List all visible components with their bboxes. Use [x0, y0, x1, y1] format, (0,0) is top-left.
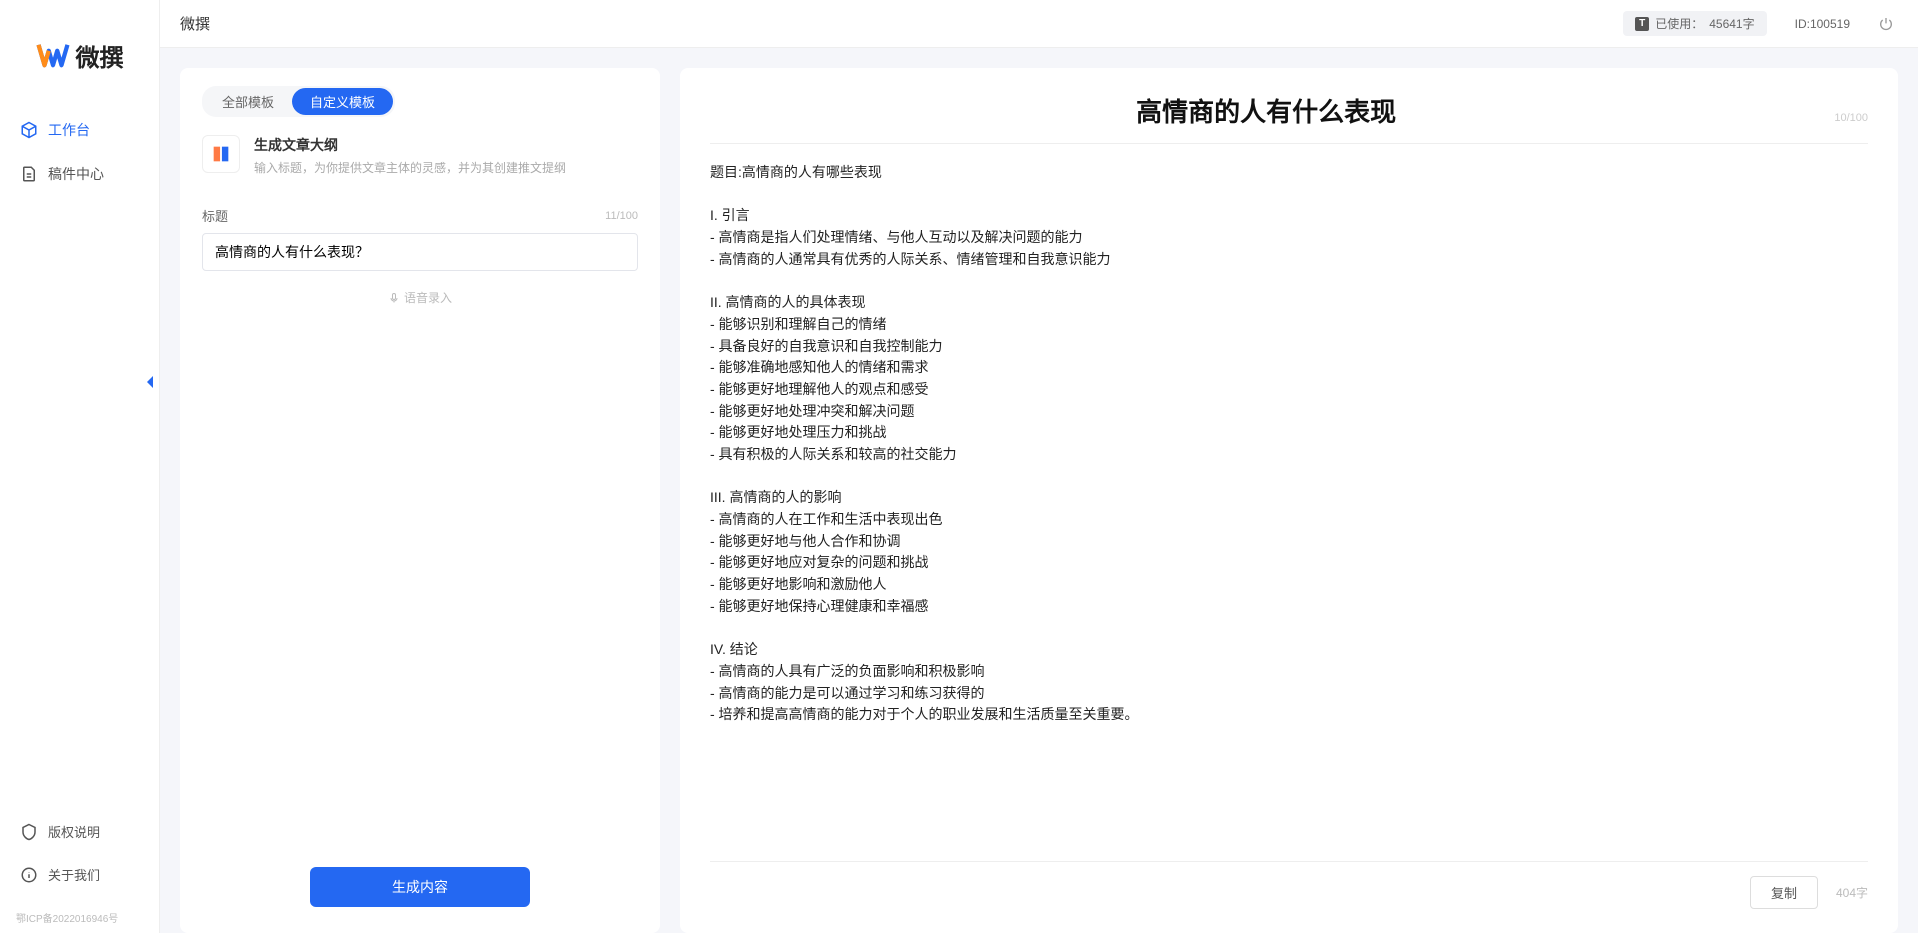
page-title: 微撰	[180, 13, 210, 34]
mic-icon	[388, 292, 400, 304]
doc-title-row: 高情商的人有什么表现 10/100	[710, 92, 1868, 144]
doc-footer: 复制 404字	[710, 861, 1868, 909]
chevron-left-icon	[145, 375, 155, 389]
doc-body[interactable]: 题目:高情商的人有哪些表现 I. 引言 - 高情商是指人们处理情绪、与他人互动以…	[710, 162, 1868, 851]
user-id: ID:100519	[1795, 17, 1850, 31]
voice-input-button[interactable]: 语音录入	[202, 289, 638, 306]
nav-item-copyright[interactable]: 版权说明	[12, 812, 147, 851]
logo: 微撰	[0, 0, 159, 110]
doc-title-count: 10/100	[1834, 112, 1868, 124]
template-info: 生成文章大纲 输入标题，为你提供文章主体的灵感，并为其创建推文提纲	[254, 135, 566, 176]
nav-item-workbench[interactable]: 工作台	[12, 110, 147, 150]
text-icon: T	[1635, 17, 1649, 31]
logo-text: 微撰	[76, 38, 124, 73]
title-input[interactable]	[202, 233, 638, 271]
template-desc: 输入标题，为你提供文章主体的灵感，并为其创建推文提纲	[254, 159, 566, 176]
template-title: 生成文章大纲	[254, 135, 566, 155]
main: 全部模板 自定义模板 生成文章大纲 输入标题，为你提供文章主体的灵感，并为其创建…	[160, 48, 1918, 933]
usage-value: 45641字	[1709, 15, 1754, 32]
icp-text: 鄂ICP备2022016946号	[0, 906, 159, 933]
book-icon	[210, 143, 232, 165]
nav-label: 版权说明	[48, 822, 100, 841]
doc-title[interactable]: 高情商的人有什么表现	[710, 92, 1822, 129]
generate-button[interactable]: 生成内容	[310, 867, 530, 907]
cube-icon	[20, 121, 38, 139]
header-right: T 已使用： 45641字 ID:100519	[1623, 11, 1894, 36]
document-icon	[20, 165, 38, 183]
top-header: 微撰 T 已使用： 45641字 ID:100519	[0, 0, 1918, 48]
tab-custom-templates[interactable]: 自定义模板	[292, 88, 393, 115]
left-panel: 全部模板 自定义模板 生成文章大纲 输入标题，为你提供文章主体的灵感，并为其创建…	[180, 68, 660, 933]
power-icon[interactable]	[1878, 16, 1894, 32]
nav-label: 稿件中心	[48, 164, 104, 184]
form-label-row: 标题 11/100	[202, 206, 638, 225]
right-panel: 高情商的人有什么表现 10/100 题目:高情商的人有哪些表现 I. 引言 - …	[680, 68, 1898, 933]
info-icon	[20, 866, 38, 884]
nav-label: 工作台	[48, 120, 90, 140]
template-icon	[202, 135, 240, 173]
usage-label: 已使用：	[1655, 15, 1703, 32]
nav-list: 工作台 稿件中心	[0, 110, 159, 812]
nav-item-about[interactable]: 关于我们	[12, 855, 147, 894]
tab-all-templates[interactable]: 全部模板	[204, 88, 292, 115]
voice-label: 语音录入	[404, 289, 452, 306]
template-card: 生成文章大纲 输入标题，为你提供文章主体的灵感，并为其创建推文提纲	[202, 135, 638, 176]
sidebar-collapse-handle[interactable]	[140, 370, 160, 394]
nav-label: 关于我们	[48, 865, 100, 884]
logo-icon	[36, 38, 70, 72]
nav-item-drafts[interactable]: 稿件中心	[12, 154, 147, 194]
word-count: 404字	[1836, 884, 1868, 901]
nav-bottom: 版权说明 关于我们	[0, 812, 159, 906]
shield-icon	[20, 823, 38, 841]
char-count: 11/100	[605, 210, 638, 222]
form-label: 标题	[202, 206, 228, 225]
usage-badge[interactable]: T 已使用： 45641字	[1623, 11, 1766, 36]
sidebar: 微撰 工作台 稿件中心 版权说明 关于我们 鄂ICP备2022016946号	[0, 0, 160, 933]
copy-button[interactable]: 复制	[1750, 876, 1818, 909]
tab-bar: 全部模板 自定义模板	[202, 86, 395, 117]
